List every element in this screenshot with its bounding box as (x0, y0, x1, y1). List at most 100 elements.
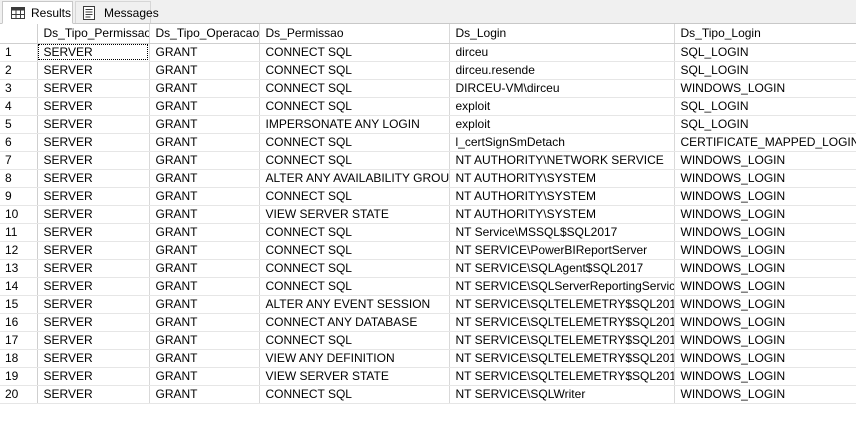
table-row[interactable]: 15 SERVER GRANT ALTER ANY EVENT SESSION NT S… (0, 295, 856, 314)
table-row[interactable]: 8 SERVER GRANT ALTER ANY AVAILABILITY GROUP… (0, 169, 856, 188)
column-header-ds-tipo-operacao[interactable]: Ds_Tipo_Operacao (149, 24, 260, 44)
cell-ds-tipo-login[interactable]: WINDOWS_LOGIN (674, 313, 856, 332)
cell-ds-permissao[interactable]: CONNECT SQL (259, 151, 450, 170)
cell-ds-tipo-operacao[interactable]: GRANT (149, 169, 260, 188)
cell-ds-tipo-permissao[interactable]: SERVER (37, 43, 150, 62)
cell-ds-tipo-permissao[interactable]: SERVER (37, 115, 150, 134)
cell-ds-tipo-permissao[interactable]: SERVER (37, 259, 150, 278)
cell-ds-tipo-login[interactable]: SQL_LOGIN (674, 97, 856, 116)
tab-results[interactable]: Results (2, 1, 73, 24)
cell-ds-permissao[interactable]: ALTER ANY AVAILABILITY GROUP (259, 169, 450, 188)
cell-ds-permissao[interactable]: CONNECT SQL (259, 61, 450, 80)
cell-ds-permissao[interactable]: CONNECT SQL (259, 259, 450, 278)
cell-ds-login[interactable]: exploit (449, 115, 675, 134)
cell-ds-login[interactable]: NT AUTHORITY\SYSTEM (449, 205, 675, 224)
row-number-cell[interactable]: 15 (0, 295, 38, 314)
cell-ds-tipo-permissao[interactable]: SERVER (37, 349, 150, 368)
column-header-ds-login[interactable]: Ds_Login (449, 24, 675, 44)
cell-ds-login[interactable]: NT SERVICE\SQLAgent$SQL2017 (449, 259, 675, 278)
cell-ds-tipo-login[interactable]: WINDOWS_LOGIN (674, 187, 856, 206)
cell-ds-tipo-operacao[interactable]: GRANT (149, 349, 260, 368)
row-number-cell[interactable]: 14 (0, 277, 38, 296)
cell-ds-tipo-permissao[interactable]: SERVER (37, 367, 150, 386)
cell-ds-permissao[interactable]: CONNECT SQL (259, 97, 450, 116)
cell-ds-login[interactable]: NT SERVICE\SQLTELEMETRY$SQL2017 (449, 313, 675, 332)
row-number-cell[interactable]: 17 (0, 331, 38, 350)
cell-ds-tipo-login[interactable]: WINDOWS_LOGIN (674, 259, 856, 278)
results-grid[interactable]: Ds_Tipo_Permissao Ds_Tipo_Operacao Ds_Pe… (0, 24, 856, 422)
row-number-cell[interactable]: 13 (0, 259, 38, 278)
cell-ds-tipo-operacao[interactable]: GRANT (149, 277, 260, 296)
row-number-cell[interactable]: 2 (0, 61, 38, 80)
table-row[interactable]: 4 SERVER GRANT CONNECT SQL exploit SQL_LOGIN (0, 97, 856, 116)
column-header-ds-tipo-permissao[interactable]: Ds_Tipo_Permissao (37, 24, 150, 44)
cell-ds-tipo-operacao[interactable]: GRANT (149, 205, 260, 224)
cell-ds-login[interactable]: NT AUTHORITY\NETWORK SERVICE (449, 151, 675, 170)
cell-ds-tipo-permissao[interactable]: SERVER (37, 385, 150, 404)
cell-ds-login[interactable]: NT AUTHORITY\SYSTEM (449, 169, 675, 188)
cell-ds-permissao[interactable]: IMPERSONATE ANY LOGIN (259, 115, 450, 134)
cell-ds-login[interactable]: NT SERVICE\SQLTELEMETRY$SQL2017 (449, 367, 675, 386)
cell-ds-tipo-operacao[interactable]: GRANT (149, 295, 260, 314)
table-row[interactable]: 7 SERVER GRANT CONNECT SQL NT AUTHORITY\NETW… (0, 151, 856, 170)
cell-ds-login[interactable]: NT SERVICE\SQLServerReportingServices (449, 277, 675, 296)
cell-ds-tipo-permissao[interactable]: SERVER (37, 169, 150, 188)
row-number-cell[interactable]: 6 (0, 133, 38, 152)
cell-ds-tipo-login[interactable]: WINDOWS_LOGIN (674, 241, 856, 260)
cell-ds-login[interactable]: dirceu (449, 43, 675, 62)
row-number-cell[interactable]: 8 (0, 169, 38, 188)
table-row[interactable]: 16 SERVER GRANT CONNECT ANY DATABASE NT SERV… (0, 313, 856, 332)
cell-ds-tipo-permissao[interactable]: SERVER (37, 295, 150, 314)
row-number-cell[interactable]: 7 (0, 151, 38, 170)
column-header-ds-permissao[interactable]: Ds_Permissao (259, 24, 450, 44)
row-number-cell[interactable]: 11 (0, 223, 38, 242)
cell-ds-login[interactable]: NT SERVICE\SQLTELEMETRY$SQL2017 (449, 295, 675, 314)
cell-ds-permissao[interactable]: CONNECT SQL (259, 277, 450, 296)
cell-ds-tipo-operacao[interactable]: GRANT (149, 385, 260, 404)
cell-ds-permissao[interactable]: CONNECT ANY DATABASE (259, 313, 450, 332)
row-number-header[interactable] (0, 24, 38, 44)
row-number-cell[interactable]: 16 (0, 313, 38, 332)
cell-ds-tipo-login[interactable]: WINDOWS_LOGIN (674, 169, 856, 188)
cell-ds-tipo-operacao[interactable]: GRANT (149, 331, 260, 350)
cell-ds-permissao[interactable]: CONNECT SQL (259, 241, 450, 260)
cell-ds-login[interactable]: NT AUTHORITY\SYSTEM (449, 187, 675, 206)
column-header-ds-tipo-login[interactable]: Ds_Tipo_Login (674, 24, 856, 44)
cell-ds-tipo-permissao[interactable]: SERVER (37, 133, 150, 152)
table-row[interactable]: 11 SERVER GRANT CONNECT SQL NT Service\MSSQL… (0, 223, 856, 242)
cell-ds-tipo-login[interactable]: WINDOWS_LOGIN (674, 277, 856, 296)
cell-ds-tipo-permissao[interactable]: SERVER (37, 151, 150, 170)
cell-ds-tipo-operacao[interactable]: GRANT (149, 61, 260, 80)
cell-ds-permissao[interactable]: VIEW SERVER STATE (259, 205, 450, 224)
cell-ds-tipo-login[interactable]: CERTIFICATE_MAPPED_LOGIN (674, 133, 856, 152)
row-number-cell[interactable]: 1 (0, 43, 38, 62)
cell-ds-tipo-operacao[interactable]: GRANT (149, 97, 260, 116)
cell-ds-tipo-permissao[interactable]: SERVER (37, 79, 150, 98)
cell-ds-tipo-operacao[interactable]: GRANT (149, 115, 260, 134)
table-row[interactable]: 17 SERVER GRANT CONNECT SQL NT SERVICE\SQLTE… (0, 331, 856, 350)
row-number-cell[interactable]: 19 (0, 367, 38, 386)
cell-ds-tipo-operacao[interactable]: GRANT (149, 79, 260, 98)
cell-ds-tipo-operacao[interactable]: GRANT (149, 367, 260, 386)
table-row[interactable]: 1 SERVER GRANT CONNECT SQL dirceu SQL_LOGIN (0, 43, 856, 62)
table-row[interactable]: 13 SERVER GRANT CONNECT SQL NT SERVICE\SQLAg… (0, 259, 856, 278)
tab-messages[interactable]: Messages (75, 1, 159, 23)
row-number-cell[interactable]: 3 (0, 79, 38, 98)
cell-ds-tipo-operacao[interactable]: GRANT (149, 133, 260, 152)
table-row[interactable]: 9 SERVER GRANT CONNECT SQL NT AUTHORITY\SYST… (0, 187, 856, 206)
table-row[interactable]: 18 SERVER GRANT VIEW ANY DEFINITION NT SERVI… (0, 349, 856, 368)
cell-ds-login[interactable]: NT SERVICE\SQLWriter (449, 385, 675, 404)
cell-ds-tipo-operacao[interactable]: GRANT (149, 259, 260, 278)
cell-ds-tipo-login[interactable]: WINDOWS_LOGIN (674, 295, 856, 314)
cell-ds-tipo-permissao[interactable]: SERVER (37, 205, 150, 224)
row-number-cell[interactable]: 5 (0, 115, 38, 134)
cell-ds-permissao[interactable]: VIEW SERVER STATE (259, 367, 450, 386)
cell-ds-login[interactable]: NT Service\MSSQL$SQL2017 (449, 223, 675, 242)
cell-ds-tipo-login[interactable]: WINDOWS_LOGIN (674, 331, 856, 350)
table-row[interactable]: 3 SERVER GRANT CONNECT SQL DIRCEU-VM\dirceu W… (0, 79, 856, 98)
cell-ds-tipo-login[interactable]: WINDOWS_LOGIN (674, 349, 856, 368)
table-row[interactable]: 2 SERVER GRANT CONNECT SQL dirceu.resende SQL… (0, 61, 856, 80)
cell-ds-tipo-login[interactable]: WINDOWS_LOGIN (674, 79, 856, 98)
cell-ds-tipo-operacao[interactable]: GRANT (149, 43, 260, 62)
table-row[interactable]: 5 SERVER GRANT IMPERSONATE ANY LOGIN exploit… (0, 115, 856, 134)
